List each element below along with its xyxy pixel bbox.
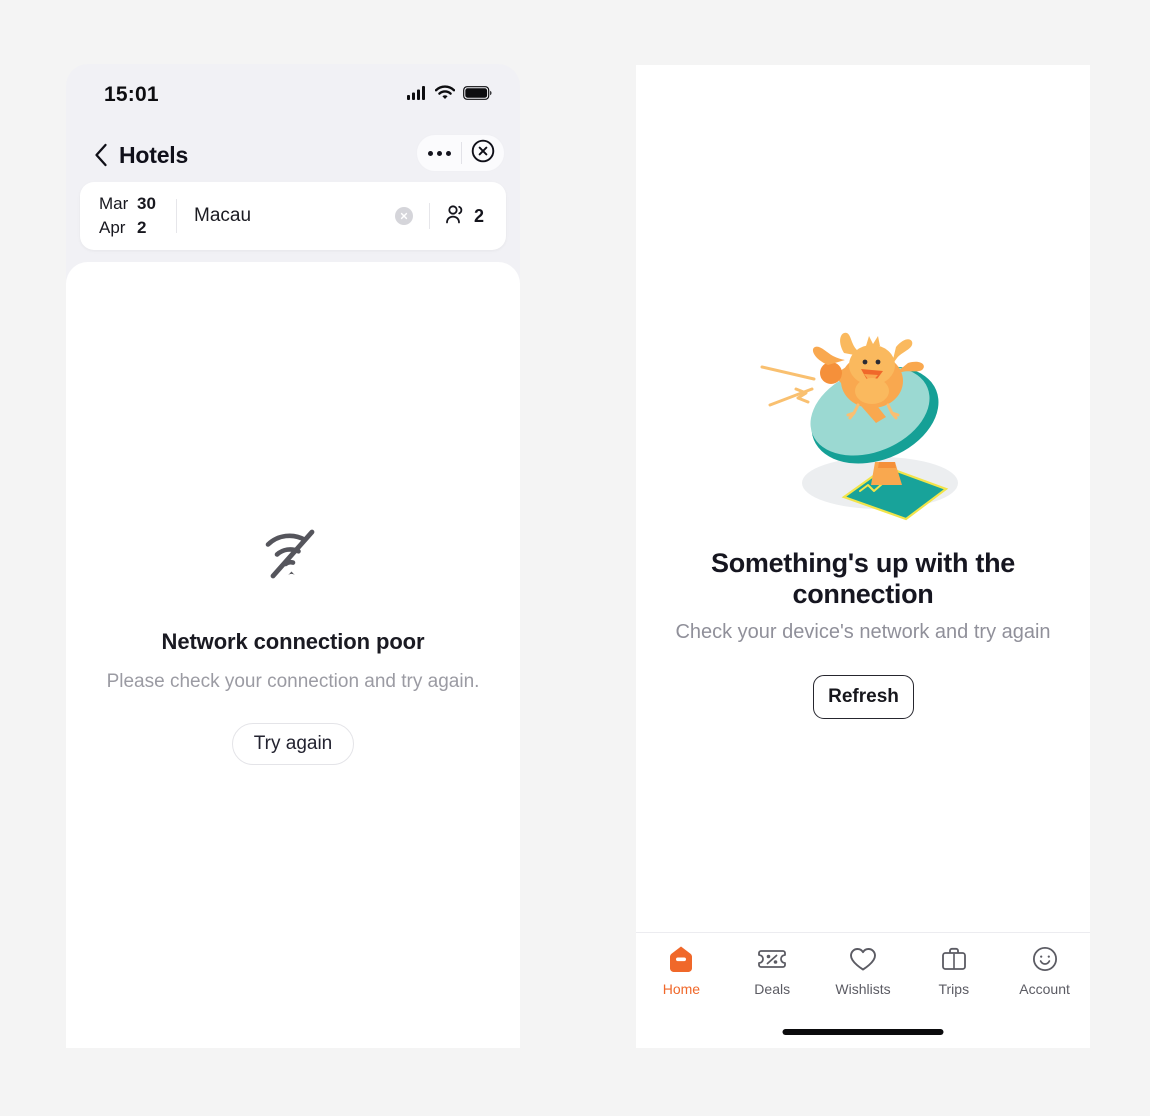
content-sheet: Network connection poor Please check you… bbox=[66, 262, 520, 1048]
home-indicator-bar[interactable] bbox=[782, 1029, 944, 1035]
date-from: Mar 30 bbox=[99, 192, 176, 216]
bird-on-satellite-dish-illustration bbox=[636, 331, 1090, 526]
error-title: Network connection poor bbox=[161, 629, 425, 654]
battery-icon bbox=[463, 85, 492, 105]
screenshot-root: 15:01 Hotels Mar 30 Apr 2 Macau 2 Networ… bbox=[0, 0, 1150, 1116]
guests-icon bbox=[445, 204, 467, 229]
bottom-tab-bar: Home Deals Wishlists Trips Account bbox=[636, 932, 1090, 1048]
network-error-block: Network connection poor Please check you… bbox=[66, 524, 520, 765]
tab-label: Deals bbox=[754, 981, 791, 997]
smiley-face-icon bbox=[1032, 945, 1058, 973]
tab-wishlists[interactable]: Wishlists bbox=[818, 945, 909, 997]
tab-label: Account bbox=[1019, 981, 1070, 997]
date-to-day: 2 bbox=[137, 218, 147, 237]
wifi-off-icon bbox=[66, 524, 520, 589]
error-subtitle: Please check your connection and try aga… bbox=[106, 671, 480, 692]
status-bar-icons bbox=[407, 85, 492, 105]
close-circle-icon bbox=[471, 139, 495, 168]
nav-actions-group bbox=[416, 134, 505, 172]
close-button[interactable] bbox=[462, 139, 504, 168]
date-to-month: Apr bbox=[99, 218, 126, 237]
nav-bar: Hotels bbox=[66, 126, 520, 188]
tab-label: Wishlists bbox=[835, 981, 891, 997]
guests-selector[interactable]: 2 bbox=[445, 204, 506, 229]
date-from-month: Mar bbox=[99, 193, 129, 213]
error-subtitle: Check your device's network and try agai… bbox=[675, 621, 1051, 643]
more-dots-icon bbox=[427, 150, 451, 156]
briefcase-icon bbox=[941, 945, 967, 973]
date-to: Apr 2 bbox=[99, 216, 176, 240]
chevron-left-icon bbox=[94, 143, 108, 172]
page-title: Hotels bbox=[119, 142, 189, 168]
tab-deals[interactable]: Deals bbox=[727, 945, 818, 997]
cellular-signal-icon bbox=[407, 85, 427, 105]
date-from-day: 30 bbox=[137, 193, 156, 213]
search-summary-card[interactable]: Mar 30 Apr 2 Macau 2 bbox=[80, 182, 506, 250]
left-phone-frame: 15:01 Hotels Mar 30 Apr 2 Macau 2 Networ… bbox=[66, 64, 520, 1048]
guests-count: 2 bbox=[473, 205, 484, 226]
tab-home[interactable]: Home bbox=[636, 945, 727, 997]
tab-label: Trips bbox=[938, 981, 970, 997]
more-options-button[interactable] bbox=[417, 150, 461, 156]
status-bar-time: 15:01 bbox=[104, 83, 159, 106]
tab-label: Home bbox=[662, 981, 701, 997]
deals-ticket-icon bbox=[758, 945, 787, 973]
date-range[interactable]: Mar 30 Apr 2 bbox=[80, 192, 176, 240]
tab-account[interactable]: Account bbox=[999, 945, 1090, 997]
heart-icon bbox=[849, 945, 877, 973]
clear-circle-icon[interactable] bbox=[394, 207, 413, 225]
status-bar: 15:01 bbox=[66, 64, 520, 126]
back-button[interactable] bbox=[86, 140, 116, 174]
destination-value[interactable]: Macau bbox=[177, 205, 395, 227]
try-again-button[interactable]: Try again bbox=[232, 723, 354, 765]
tab-trips[interactable]: Trips bbox=[908, 945, 999, 997]
wifi-icon bbox=[434, 85, 456, 105]
refresh-button[interactable]: Refresh bbox=[813, 675, 914, 719]
error-title: Something's up with the connection bbox=[710, 548, 1015, 609]
home-icon bbox=[668, 945, 694, 973]
guests-divider bbox=[428, 203, 430, 229]
right-phone-frame: Something's up with the connection Check… bbox=[636, 65, 1090, 1048]
